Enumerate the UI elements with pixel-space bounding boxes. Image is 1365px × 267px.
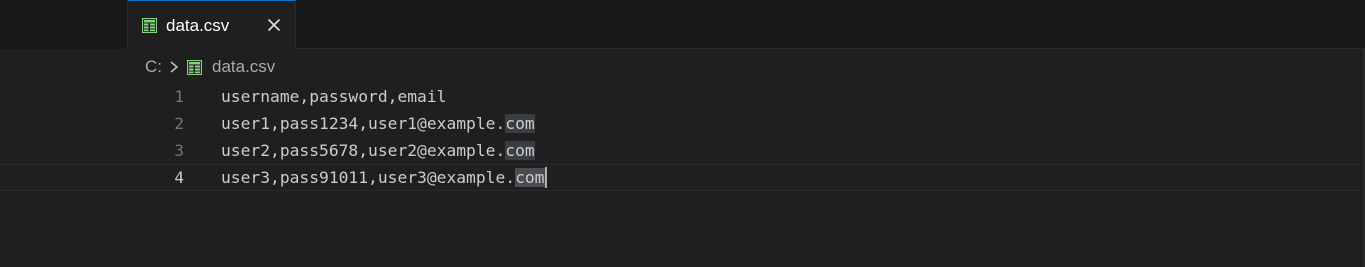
editor-line[interactable]: 1 username,password,email	[0, 83, 1365, 110]
tab-bar-empty-area	[0, 0, 128, 49]
line-number: 4	[174, 168, 184, 187]
breadcrumb-file-label: data.csv	[212, 57, 276, 76]
editor-window: data.csv C: data.csv 1 username,password…	[0, 0, 1365, 267]
line-number: 2	[174, 114, 184, 133]
editor-line[interactable]: 3 user2,pass5678,user2@example.com	[0, 137, 1365, 164]
spreadsheet-icon	[141, 17, 158, 34]
line-text: username,password,email	[221, 87, 447, 106]
match-highlight: com	[505, 141, 535, 160]
selection-highlight: com	[515, 168, 545, 187]
editor-line-current[interactable]: 4 user3,pass91011,user3@example.com	[0, 164, 1365, 191]
line-text: user2,pass5678,user2@example.com	[221, 141, 535, 160]
line-number: 3	[174, 141, 184, 160]
tab-bar: data.csv	[0, 0, 1365, 50]
line-text: user1,pass1234,user1@example.com	[221, 114, 535, 133]
match-highlight: com	[505, 114, 535, 133]
breadcrumb-file[interactable]: data.csv	[186, 57, 276, 77]
text-cursor	[544, 166, 547, 188]
line-number: 1	[174, 87, 184, 106]
editor-line[interactable]: 2 user1,pass1234,user1@example.com	[0, 110, 1365, 137]
tab-label: data.csv	[166, 15, 230, 35]
spreadsheet-icon	[186, 59, 203, 75]
code-editor[interactable]: 1 username,password,email 2 user1,pass12…	[0, 82, 1365, 267]
breadcrumb-drive[interactable]: C:	[145, 57, 162, 77]
line-text: user3,pass91011,user3@example.com	[221, 166, 547, 188]
chevron-right-icon	[167, 60, 181, 74]
breadcrumb: C: data.csv	[145, 55, 275, 79]
close-icon[interactable]	[265, 16, 283, 34]
tab-data-csv[interactable]: data.csv	[128, 0, 296, 50]
